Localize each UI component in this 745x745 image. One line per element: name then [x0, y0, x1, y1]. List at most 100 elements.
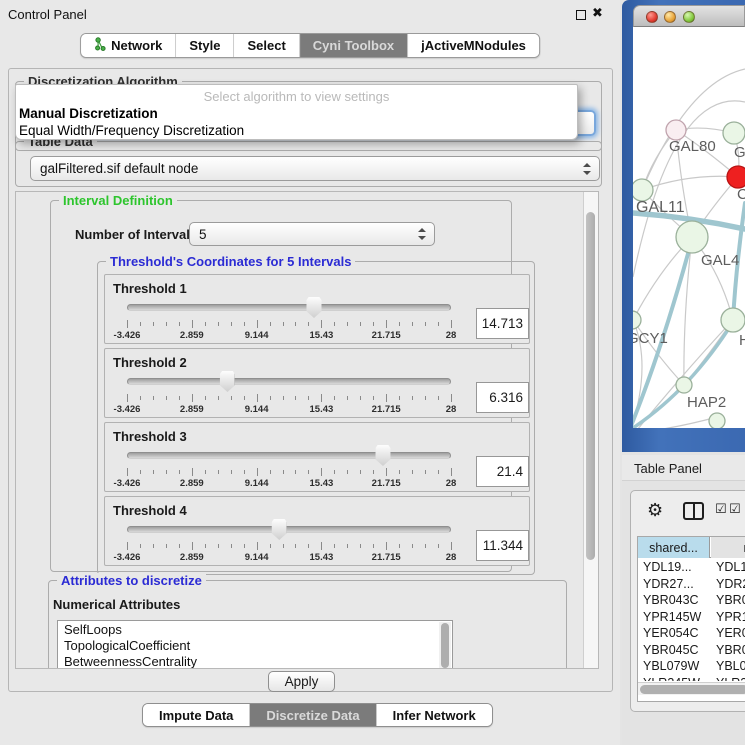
tab-style[interactable]: Style — [176, 34, 234, 57]
tick-mark — [425, 544, 426, 548]
tab-discretize-data[interactable]: Discretize Data — [250, 704, 376, 726]
tab-network[interactable]: Network — [81, 34, 176, 57]
tick-mark — [231, 544, 232, 548]
table-cell[interactable]: YDR2 — [716, 576, 745, 591]
tick-mark — [192, 468, 193, 476]
slider-handle[interactable] — [220, 371, 235, 392]
threshold-slider[interactable]: -3.4262.8599.14415.4321.71528 — [127, 423, 451, 493]
slider-track[interactable] — [127, 526, 451, 533]
scrollbar-thumb[interactable] — [640, 685, 745, 694]
table-toolbar: ⚙ ☑ ☑ — [631, 491, 745, 533]
table-row[interactable]: YDL19... YDL1 — [638, 559, 745, 576]
table-cell[interactable]: YLR3 — [716, 675, 745, 682]
table-row[interactable]: YBR045C YBR0 — [638, 642, 745, 659]
table-row[interactable]: YBL079W YBL0 — [638, 658, 745, 675]
tab-infer-network[interactable]: Infer Network — [377, 704, 492, 726]
node-gal4[interactable] — [676, 221, 708, 253]
tick-label: -3.426 — [114, 552, 141, 563]
node-bottom-partial[interactable] — [709, 413, 725, 428]
table-cell[interactable]: YBR045C — [643, 642, 709, 657]
attribute-list-item[interactable]: TopologicalCoefficient — [58, 637, 452, 653]
slider-handle[interactable] — [307, 297, 322, 318]
column-header-shared-name[interactable]: shared... — [638, 537, 710, 558]
table-horizontal-scrollbar[interactable] — [638, 682, 745, 695]
threshold-value-field[interactable]: 11.344 — [476, 530, 529, 561]
table-cell[interactable]: YDR27... — [643, 576, 709, 591]
threshold-value-field[interactable]: 21.4 — [476, 456, 529, 487]
tick-mark — [360, 544, 361, 548]
checkbox-icon[interactable]: ☑ — [729, 502, 741, 517]
table-cell[interactable]: YBR0 — [716, 592, 745, 607]
attributes-scrollbar[interactable] — [439, 622, 451, 669]
dropdown-option-equal-width[interactable]: Equal Width/Frequency Discretization — [19, 123, 244, 138]
node-gal80[interactable] — [666, 120, 686, 140]
threshold-slider[interactable]: -3.4262.8599.14415.4321.71528 — [127, 497, 451, 567]
table-row[interactable]: YLR345W YLR3 — [638, 675, 745, 682]
tab-impute-data[interactable]: Impute Data — [143, 704, 250, 726]
tick-mark — [231, 396, 232, 400]
scrollbar-thumb[interactable] — [441, 623, 449, 668]
node-gal11[interactable] — [633, 179, 653, 201]
table-cell[interactable]: YDL1 — [716, 559, 745, 574]
node-gcy1[interactable] — [633, 311, 641, 329]
threshold-value-field[interactable]: 6.316 — [476, 382, 529, 413]
bottom-tab-bar: Impute Data Discretize Data Infer Networ… — [142, 703, 493, 727]
tick-mark — [179, 396, 180, 400]
minimize-traffic-light-icon[interactable] — [664, 11, 676, 23]
threshold-slider[interactable]: -3.4262.8599.14415.4321.71528 — [127, 349, 451, 419]
node-selected-red[interactable] — [727, 166, 745, 188]
table-cell[interactable]: YPR145W — [643, 609, 709, 624]
tick-mark — [334, 396, 335, 400]
num-intervals-combobox[interactable]: 5 — [189, 222, 435, 246]
attribute-list-item[interactable]: SelfLoops — [58, 621, 452, 637]
tab-select[interactable]: Select — [234, 34, 299, 57]
node-h[interactable] — [721, 308, 745, 332]
table-row[interactable]: YDR27... YDR2 — [638, 576, 745, 593]
apply-button[interactable]: Apply — [268, 671, 335, 692]
table-cell[interactable]: YER0 — [716, 625, 745, 640]
table-cell[interactable]: YBL079W — [643, 658, 709, 673]
scrollbar-thumb[interactable] — [586, 212, 595, 560]
table-cell[interactable]: YER054C — [643, 625, 709, 640]
split-view-icon[interactable] — [683, 502, 704, 520]
threshold-slider[interactable]: -3.4262.8599.14415.4321.71528 — [127, 275, 451, 345]
table-cell[interactable]: YLR345W — [643, 675, 709, 682]
tab-cyni-toolbox[interactable]: Cyni Toolbox — [300, 34, 408, 57]
table-cell[interactable]: YBR0 — [716, 642, 745, 657]
close-icon[interactable]: ✖ — [592, 5, 603, 21]
node-attribute-table[interactable]: shared... n YDL19...YDL1YDR27...YDR2YBR0… — [637, 536, 745, 702]
tab-jactivemnodules[interactable]: jActiveMNodules — [408, 34, 539, 57]
table-cell[interactable]: YDL19... — [643, 559, 709, 574]
table-row[interactable]: YPR145W YPR1 — [638, 609, 745, 626]
settings-scrollbar[interactable] — [583, 192, 598, 668]
node-partial-top-right[interactable] — [723, 122, 745, 144]
slider-track[interactable] — [127, 452, 451, 459]
table-cell[interactable]: YPR1 — [716, 609, 745, 624]
slider-handle[interactable] — [272, 519, 287, 540]
attribute-list-item[interactable]: BetweennessCentrality — [58, 653, 452, 669]
network-window-titlebar[interactable] — [633, 5, 745, 27]
tick-mark — [205, 322, 206, 326]
slider-handle[interactable] — [375, 445, 390, 466]
tick-mark — [438, 396, 439, 400]
node-hap2[interactable] — [676, 377, 692, 393]
network-graph: GAL80 G C GAL11 GAL4 GCY1 H HAP2 — [633, 27, 745, 428]
table-cell[interactable]: YBL0 — [716, 658, 745, 673]
column-header-name[interactable]: n — [711, 537, 745, 558]
threshold-value-field[interactable]: 14.713 — [476, 308, 529, 339]
table-data-combobox[interactable]: galFiltered.sif default node — [30, 156, 600, 181]
zoom-traffic-light-icon[interactable] — [683, 11, 695, 23]
numerical-attributes-list[interactable]: SelfLoopsTopologicalCoefficientBetweenne… — [57, 620, 453, 669]
slider-track[interactable] — [127, 378, 451, 385]
dropdown-option-manual[interactable]: Manual Discretization — [19, 106, 158, 121]
close-traffic-light-icon[interactable] — [646, 11, 658, 23]
slider-track[interactable] — [127, 304, 451, 311]
gear-icon[interactable]: ⚙ — [647, 500, 663, 521]
table-row[interactable]: YER054C YER0 — [638, 625, 745, 642]
float-window-icon[interactable] — [576, 10, 586, 20]
tick-mark — [127, 320, 128, 328]
table-row[interactable]: YBR043C YBR0 — [638, 592, 745, 609]
checkbox-icon[interactable]: ☑ — [715, 502, 727, 517]
table-cell[interactable]: YBR043C — [643, 592, 709, 607]
network-canvas[interactable]: GAL80 G C GAL11 GAL4 GCY1 H HAP2 — [633, 27, 745, 428]
